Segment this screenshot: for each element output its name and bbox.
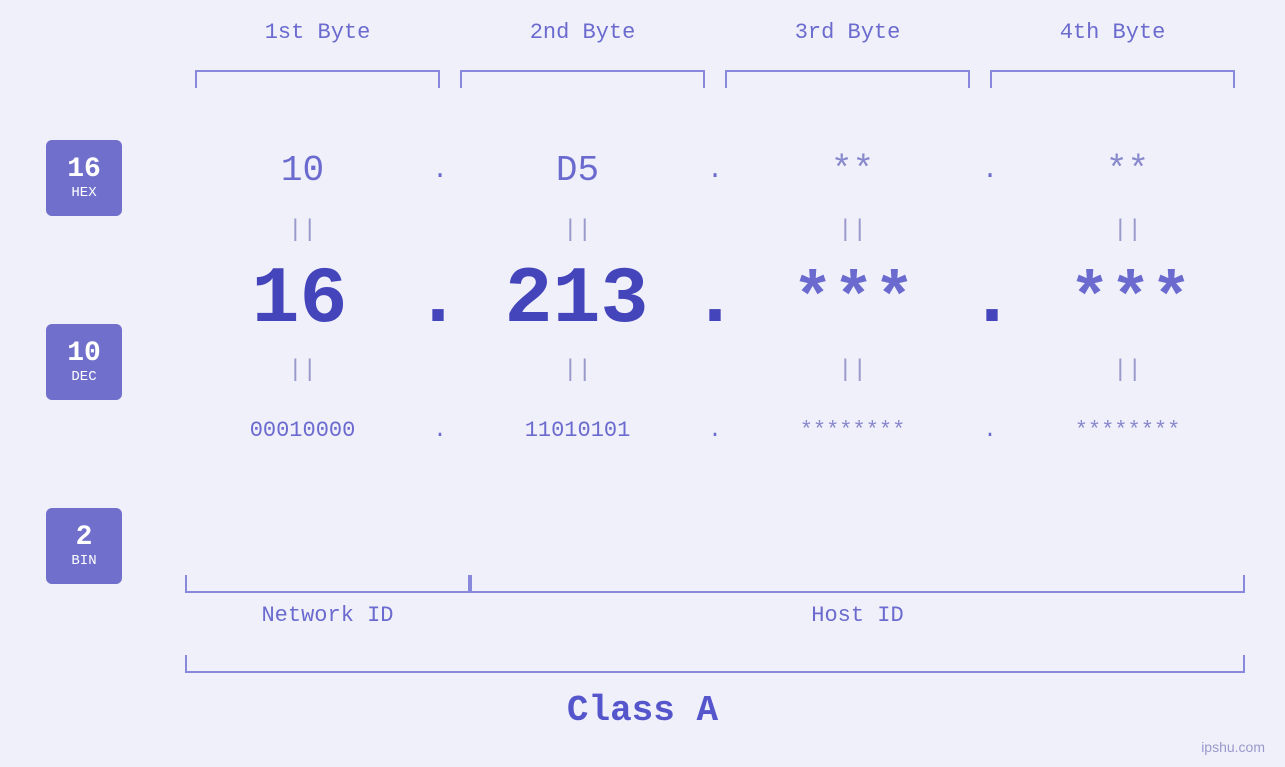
bin-val-3: ******** — [735, 418, 970, 443]
network-id-label: Network ID — [185, 597, 470, 628]
eq-1-1: || — [185, 217, 420, 244]
hex-val-1: 10 — [185, 150, 420, 191]
top-brackets — [185, 70, 1245, 88]
bin-row: 00010000 . 11010101 . ******** . *******… — [185, 390, 1245, 470]
dec-val-4: *** — [1016, 262, 1245, 339]
dec-val-2: 213 — [462, 255, 691, 346]
eq-row-2: || || || || — [185, 350, 1245, 390]
bin-badge-label: BIN — [71, 553, 96, 569]
bin-dot-1: . — [420, 418, 460, 443]
eq-row-1: || || || || — [185, 210, 1245, 250]
hex-badge: 16 HEX — [46, 140, 122, 216]
hex-dot-1: . — [420, 155, 460, 185]
network-bracket — [185, 575, 470, 593]
col-header-1: 1st Byte — [185, 20, 450, 45]
watermark: ipshu.com — [1201, 739, 1265, 755]
eq-2-2: || — [460, 357, 695, 384]
host-id-label: Host ID — [470, 597, 1245, 628]
bin-val-1: 00010000 — [185, 418, 420, 443]
hex-badge-label: HEX — [71, 185, 96, 201]
eq-2-1: || — [185, 357, 420, 384]
hex-dot-3: . — [970, 155, 1010, 185]
bin-val-4: ******** — [1010, 418, 1245, 443]
bracket-3 — [725, 70, 970, 88]
main-container: 1st Byte 2nd Byte 3rd Byte 4th Byte 16 H… — [0, 0, 1285, 767]
col-header-2: 2nd Byte — [450, 20, 715, 45]
hex-badge-num: 16 — [67, 155, 101, 186]
dec-badge: 10 DEC — [46, 324, 122, 400]
class-label: Class A — [0, 690, 1285, 731]
host-bracket — [470, 575, 1245, 593]
eq-2-3: || — [735, 357, 970, 384]
bracket-2 — [460, 70, 705, 88]
col-header-3: 3rd Byte — [715, 20, 980, 45]
bracket-1 — [195, 70, 440, 88]
bin-dot-3: . — [970, 418, 1010, 443]
dec-badge-num: 10 — [67, 339, 101, 370]
bracket-4 — [990, 70, 1235, 88]
eq-1-3: || — [735, 217, 970, 244]
rows-area: 10 . D5 . ** . ** || || || || — [185, 130, 1245, 470]
hex-dot-2: . — [695, 155, 735, 185]
bin-badge-num: 2 — [76, 523, 93, 554]
dec-val-3: *** — [739, 262, 968, 339]
bottom-brackets — [185, 575, 1245, 593]
dec-dot-2: . — [691, 255, 739, 346]
eq-1-2: || — [460, 217, 695, 244]
badges-column: 16 HEX 10 DEC 2 BIN — [46, 140, 122, 584]
bin-val-2: 11010101 — [460, 418, 695, 443]
hex-val-2: D5 — [460, 150, 695, 191]
dec-badge-label: DEC — [71, 369, 96, 385]
hex-val-4: ** — [1010, 150, 1245, 191]
column-headers: 1st Byte 2nd Byte 3rd Byte 4th Byte — [185, 20, 1245, 45]
bin-dot-2: . — [695, 418, 735, 443]
dec-dot-3: . — [968, 255, 1016, 346]
hex-row: 10 . D5 . ** . ** — [185, 130, 1245, 210]
col-header-4: 4th Byte — [980, 20, 1245, 45]
full-bracket — [185, 655, 1245, 673]
eq-2-4: || — [1010, 357, 1245, 384]
bin-badge: 2 BIN — [46, 508, 122, 584]
eq-1-4: || — [1010, 217, 1245, 244]
dec-dot-1: . — [414, 255, 462, 346]
bottom-labels: Network ID Host ID — [185, 597, 1245, 628]
hex-val-3: ** — [735, 150, 970, 191]
dec-val-1: 16 — [185, 255, 414, 346]
dec-row: 16 . 213 . *** . *** — [185, 250, 1245, 350]
